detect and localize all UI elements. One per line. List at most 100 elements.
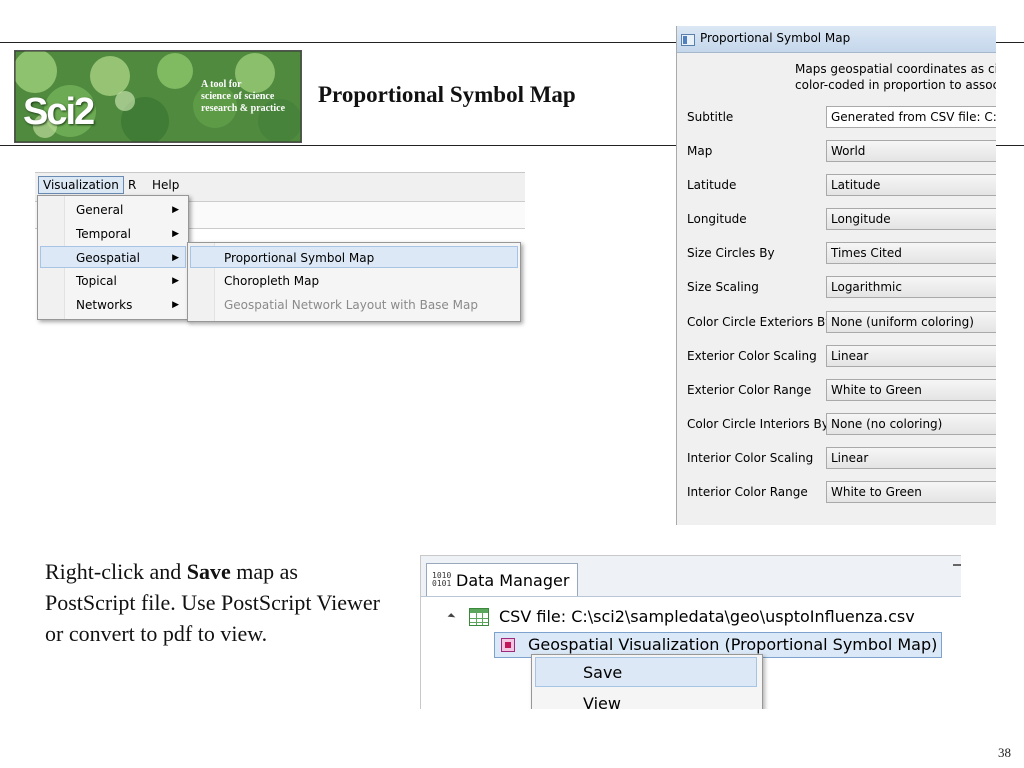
field-size-circles-by: Size Circles By Times Cited [677, 242, 996, 266]
menu-item-label: Networks [76, 298, 133, 312]
context-menu: Save View [531, 654, 763, 709]
instructions-text: Right-click and Save map as PostScript f… [45, 556, 390, 649]
context-menu-save[interactable]: Save [535, 657, 757, 687]
submenu-item-label: Geospatial Network Layout with Base Map [224, 298, 478, 312]
data-manager-panel: 1010 0101 Data Manager CSV file: C:\sci2\… [420, 555, 961, 709]
menu-visualization[interactable]: Visualization [38, 176, 124, 194]
geospatial-submenu: Proportional Symbol Map Choropleth Map G… [187, 242, 521, 322]
context-menu-label: View [583, 694, 621, 709]
map-select[interactable]: World [826, 140, 996, 162]
binary-icon: 1010 0101 [432, 571, 452, 588]
field-interior-color-range: Interior Color Range White to Green [677, 481, 996, 505]
menu-item-label: General [76, 203, 124, 217]
menu-item-label: Geospatial [76, 251, 140, 265]
data-manager-tabbar: 1010 0101 Data Manager [421, 556, 961, 597]
field-exterior-color-scaling: Exterior Color Scaling Linear [677, 345, 996, 369]
interior-color-range-select[interactable]: White to Green [826, 481, 996, 503]
table-icon [469, 608, 489, 626]
subtitle-input[interactable]: Generated from CSV file: C:\s [826, 106, 996, 128]
menu-item-temporal[interactable]: Temporal ▶ [40, 223, 186, 245]
instructions-save-bold: Save [186, 559, 231, 584]
menu-item-label: Topical [76, 274, 117, 288]
tab-label: Data Manager [456, 571, 570, 590]
tab-data-manager[interactable]: 1010 0101 Data Manager [426, 563, 578, 596]
field-label: Subtitle [687, 110, 734, 124]
top-rule [0, 42, 676, 43]
visualization-menu: General ▶ Temporal ▶ Geospatial ▶ Topica… [37, 195, 189, 320]
menu-help[interactable]: Help [148, 177, 183, 193]
submenu-arrow-icon: ▶ [172, 229, 179, 239]
dialog-titlebar[interactable]: Proportional Symbol Map [677, 26, 996, 53]
field-label: Exterior Color Scaling [687, 349, 817, 363]
dialog-description: Maps geospatial coordinates as circ colo… [795, 61, 996, 93]
longitude-select[interactable]: Longitude [826, 208, 996, 230]
field-label: Color Circle Interiors By [687, 417, 829, 431]
field-label: Interior Color Scaling [687, 451, 814, 465]
field-label: Map [687, 144, 713, 158]
menu-item-networks[interactable]: Networks ▶ [40, 294, 186, 316]
context-menu-view[interactable]: View [535, 689, 757, 709]
header-bottom-rule [0, 145, 676, 146]
tree-expand-icon[interactable] [447, 613, 456, 621]
tree-item-label: Geospatial Visualization (Proportional S… [528, 635, 938, 654]
slide-title: Proportional Symbol Map [318, 82, 576, 107]
menu-item-topical[interactable]: Topical ▶ [40, 270, 186, 292]
context-menu-label: Save [583, 663, 623, 682]
logo-tagline-1: A tool for [201, 79, 242, 90]
menu-item-general[interactable]: General ▶ [40, 199, 186, 221]
instructions-part-1: Right-click and [45, 559, 187, 584]
submenu-arrow-icon: ▶ [172, 253, 179, 263]
interior-color-scaling-select[interactable]: Linear [826, 447, 996, 469]
header-bottom-rule-right [995, 145, 1024, 146]
field-label: Interior Color Range [687, 485, 808, 499]
exterior-color-range-select[interactable]: White to Green [826, 379, 996, 401]
field-color-circle-exteriors-by: Color Circle Exteriors By None (uniform … [677, 311, 996, 335]
window-icon [681, 34, 695, 46]
field-label: Size Scaling [687, 280, 759, 294]
field-label: Color Circle Exteriors By [687, 315, 833, 329]
minimize-icon[interactable] [953, 564, 961, 566]
submenu-item-proportional-symbol-map[interactable]: Proportional Symbol Map [190, 246, 518, 268]
field-map: Map World [677, 140, 996, 164]
field-exterior-color-range: Exterior Color Range White to Green [677, 379, 996, 403]
dialog-title: Proportional Symbol Map [700, 31, 851, 45]
page-number: 38 [998, 745, 1011, 760]
submenu-arrow-icon: ▶ [172, 276, 179, 286]
logo-tagline-2: science of science [201, 91, 275, 102]
submenu-item-geospatial-network-layout: Geospatial Network Layout with Base Map [190, 294, 518, 316]
field-longitude: Longitude Longitude [677, 208, 996, 232]
field-label: Longitude [687, 212, 747, 226]
field-subtitle: Subtitle Generated from CSV file: C:\s [677, 106, 996, 130]
field-size-scaling: Size Scaling Logarithmic [677, 276, 996, 300]
submenu-item-label: Choropleth Map [224, 274, 320, 288]
submenu-item-label: Proportional Symbol Map [224, 251, 375, 265]
menu-item-label: Temporal [76, 227, 131, 241]
sci2-logo: Sci2 A tool for science of science resea… [14, 50, 302, 143]
submenu-arrow-icon: ▶ [172, 205, 179, 215]
proportional-symbol-map-dialog: Proportional Symbol Map Maps geospatial … [676, 26, 996, 525]
top-rule-right [995, 42, 1024, 43]
submenu-item-choropleth-map[interactable]: Choropleth Map [190, 270, 518, 292]
menubar: Visualization R Help [35, 175, 525, 195]
field-latitude: Latitude Latitude [677, 174, 996, 198]
menu-r[interactable]: R [124, 177, 140, 193]
color-circle-interiors-by-select[interactable]: None (no coloring) [826, 413, 996, 435]
field-label: Latitude [687, 178, 737, 192]
field-label: Exterior Color Range [687, 383, 812, 397]
logo-tagline-3: research & practice [201, 103, 286, 114]
size-scaling-select[interactable]: Logarithmic [826, 276, 996, 298]
menu-item-geospatial[interactable]: Geospatial ▶ [40, 246, 186, 268]
exterior-color-scaling-select[interactable]: Linear [826, 345, 996, 367]
latitude-select[interactable]: Latitude [826, 174, 996, 196]
submenu-arrow-icon: ▶ [172, 300, 179, 310]
tree-item-csv-file[interactable]: CSV file: C:\sci2\sampledata\geo\usptoIn… [499, 607, 915, 626]
field-interior-color-scaling: Interior Color Scaling Linear [677, 447, 996, 471]
description-line-1: Maps geospatial coordinates as circ [795, 62, 996, 76]
color-circle-exteriors-by-select[interactable]: None (uniform coloring) [826, 311, 996, 333]
logo-brand: Sci2 [23, 91, 95, 133]
field-label: Size Circles By [687, 246, 775, 260]
size-circles-by-select[interactable]: Times Cited [826, 242, 996, 264]
visualization-icon [501, 638, 515, 652]
description-line-2: color-coded in proportion to associ [795, 78, 996, 92]
field-color-circle-interiors-by: Color Circle Interiors By None (no color… [677, 413, 996, 437]
